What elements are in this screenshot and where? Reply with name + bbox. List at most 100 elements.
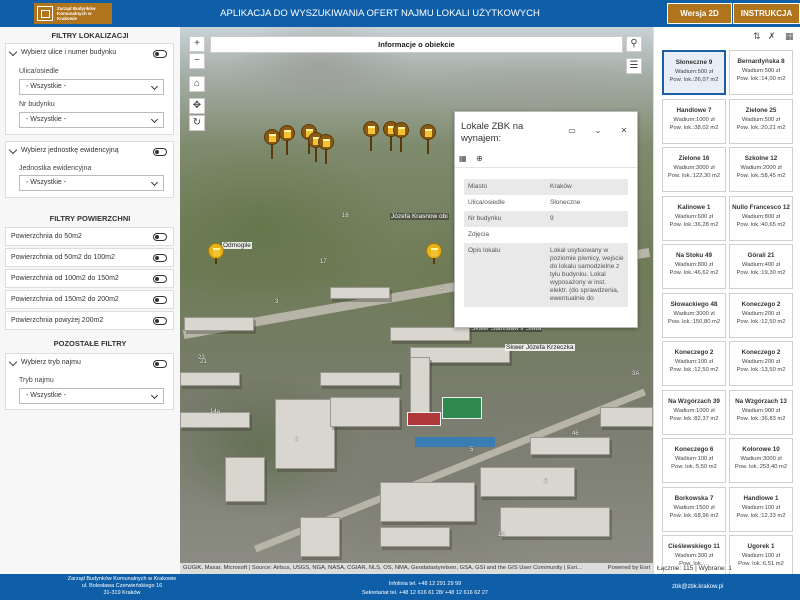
street-filter-card: Wybierz ulice i numer budynku Ulica/osie… [5,43,174,135]
map-house-number: 3A [632,371,640,377]
listing-pin[interactable] [393,122,409,152]
tile-area: Pow. lok.:36,28 m2 [669,221,719,228]
tile-address: Koneczego 6 [674,446,714,453]
powered-by-esri[interactable]: Powered by Esri [608,563,650,574]
listing-tile[interactable]: Handlowe 7 Wadium:1000 zł Pow. lok.:38,02 … [662,98,726,144]
area-filter-toggle[interactable] [153,296,167,304]
listing-tile[interactable]: Górali 21 Wadium:400 zł Pow. lok.:19,30 m2 [729,244,793,289]
area-filter-row[interactable]: Powierzchnia powyżej 200m2 [5,311,174,330]
version-2d-button[interactable]: Wersja 2D [667,3,732,24]
listing-tile[interactable]: Zielone 25 Wadium:500 zł Pow. lok.:20,21 m… [729,98,793,144]
area-filter-row[interactable]: Powierzchnia od 100m2 do 150m2 [5,269,174,288]
mode-filter-toggle[interactable] [153,360,167,368]
listing-pin[interactable] [264,129,280,159]
unit-select[interactable]: - Wszystkie - [19,175,164,191]
listing-tile[interactable]: Nullo Francesco 12 Wadium:800 zł Pow. lok.… [729,195,793,241]
tile-area: Pow. lok.:36,83 m2 [736,415,786,422]
tile-area: Pow. lok.:12,50 m2 [669,367,719,373]
building-pin-icon [363,121,379,137]
zoom-to-icon[interactable]: ⊕ [476,154,483,163]
layers-icon[interactable]: ☰ [626,58,642,74]
tile-deposit: Wadium:100 zł [674,359,714,365]
instructions-button[interactable]: INSTRUKCJA [733,3,800,24]
area-filter-label: Powierzchnia do 50m2 [11,233,82,240]
listing-tile[interactable]: Koneczego 2 Wadium:200 zł Pow. lok.:13,50 … [729,341,793,386]
area-filter-toggle[interactable] [153,317,167,325]
tile-area: Pow. lok.:38,02 m2 [669,124,719,131]
table-row: Opis lokalu Lokal usytuowany w poziomie p… [464,243,628,307]
listing-pin[interactable] [279,125,295,155]
street-select[interactable]: - Wszystkie - [19,79,164,95]
tile-deposit: Wadium:300 zł [674,553,714,559]
zbk-logo[interactable]: Zarząd Budynków Komunalnych w Krakowie [34,3,112,24]
zoom-in-button[interactable]: + [189,36,205,52]
listing-pin[interactable] [318,134,334,164]
footer-street: ul. Bolesława Czerwieńskiego 16 [81,583,163,589]
tile-area: Pow. lok.:150,80 m2 [667,318,721,325]
zoom-out-button[interactable]: − [189,53,205,69]
sort-icon[interactable]: ⇅ [753,31,761,42]
listing-pin[interactable] [420,124,436,154]
listing-pin[interactable] [363,121,379,151]
listing-tile[interactable]: Handlowe 1 Wadium:100 zł Pow. lok.:12,33 m… [729,486,793,532]
listing-tile[interactable]: Zielone 16 Wadium:3000 zł Pow. lok.:122,30… [662,147,726,192]
listing-tile[interactable]: Na Wzgórzach 13 Wadium:900 zł Pow. lok.:36… [729,389,793,435]
tile-deposit: Wadium:3000 zł [740,456,782,462]
listing-tile[interactable]: Na Stoku 49 Wadium:800 zł Pow. lok.:46,62 … [662,244,726,289]
listing-tile[interactable]: Borkowska 7 Wadium:1500 zł Pow. lok.:68,96… [662,486,726,532]
tile-address: Koneczego 2 [674,349,714,356]
chevron-down-icon[interactable] [8,47,18,57]
mode-select[interactable]: - Wszystkie - [19,388,164,404]
home-icon[interactable]: ⌂ [189,76,205,92]
app-footer: Zarząd Budynków Komunalnych w Krakowie u… [0,574,800,600]
area-filters-title: FILTRY POWIERZCHNI [49,214,131,223]
area-filter-row[interactable]: Powierzchnia do 50m2 [5,227,174,246]
building-number-select[interactable]: - Wszystkie - [19,112,164,128]
footer-city: 31-319 Kraków [103,590,141,596]
grid-view-icon[interactable]: ▦ [785,31,794,42]
tile-deposit: Wadium:500 zł [741,116,781,123]
listing-tile[interactable]: Koneczego 2 Wadium:100 zł Pow. lok.:12,50 … [662,341,726,386]
listing-tile[interactable]: Kalinowe 1 Wadium:600 zł Pow. lok.:36,28 m… [662,195,726,241]
search-icon[interactable]: ⚲ [626,36,642,52]
listing-tile[interactable]: Słowackiego 48 Wadium:3000 zł Pow. lok.:15… [662,292,726,338]
tile-deposit: Wadium:800 zł [674,262,714,268]
attr-value: Kraków [550,183,572,190]
area-filter-toggle[interactable] [153,254,167,262]
attr-key: Opis lokalu [468,247,501,254]
pan-icon[interactable]: ✥ [189,98,205,114]
building-pin-icon [318,134,334,150]
listing-tile[interactable]: Bernardyńska 8 Wadium:500 zł Pow. lok.:14,… [729,50,793,95]
clear-selection-icon[interactable]: ✗ [768,31,776,42]
listing-tile[interactable]: Koneczego 6 Wadium:100 zł Pow. lok.:5,50 m… [662,438,726,483]
listing-tile[interactable]: Słoneczne 9 Wadium:500 zł Pow. lok.:26,07 … [662,50,726,95]
chevron-down-icon[interactable] [8,145,18,155]
area-filter-row[interactable]: Powierzchnia od 50m2 do 100m2 [5,248,174,267]
listing-pin[interactable] [426,243,442,273]
area-filter-toggle[interactable] [153,275,167,283]
attr-key: Nr budynku [468,215,502,222]
collapse-icon[interactable]: ⌄ [593,126,603,136]
listing-pin[interactable] [208,243,224,273]
tile-deposit: Wadium:1500 zł [673,504,715,511]
listing-tile[interactable]: Koneczego 2 Wadium:200 zł Pow. lok.:12,50 … [729,292,793,338]
unit-filter-toggle[interactable] [153,148,167,156]
tile-area: Pow. lok.:26,07 m2 [669,77,719,83]
street-filter-toggle[interactable] [153,50,167,58]
area-filter-toggle[interactable] [153,233,167,241]
chevron-down-icon[interactable] [8,357,18,367]
footer-email[interactable]: zbk@zbk.krakow.pl [672,584,723,590]
object-info-bar[interactable]: Informacje o obiekcie [210,36,623,53]
listing-tile[interactable]: Kolorowe 10 Wadium:3000 zł Pow. lok.:253,4… [729,438,793,483]
tile-address: Cieślewskiego 11 [668,543,720,550]
tile-deposit: Wadium:100 zł [674,456,714,462]
close-icon[interactable]: ✕ [619,126,629,136]
rotate-icon[interactable]: ↻ [189,115,205,131]
dock-icon[interactable]: ▭ [567,126,577,136]
area-filter-row[interactable]: Powierzchnia od 150m2 do 200m2 [5,290,174,309]
listing-tile[interactable]: Szkolne 12 Wadium:2000 zł Pow. lok.:58,45 … [729,147,793,192]
feature-list-icon[interactable]: ▦ [459,154,467,163]
tile-address: Kalinowe 1 [677,203,711,211]
listing-tile[interactable]: Na Wzgórzach 39 Wadium:1000 zł Pow. lok.:8… [662,389,726,435]
tile-deposit: Wadium:3000 zł [673,165,715,171]
